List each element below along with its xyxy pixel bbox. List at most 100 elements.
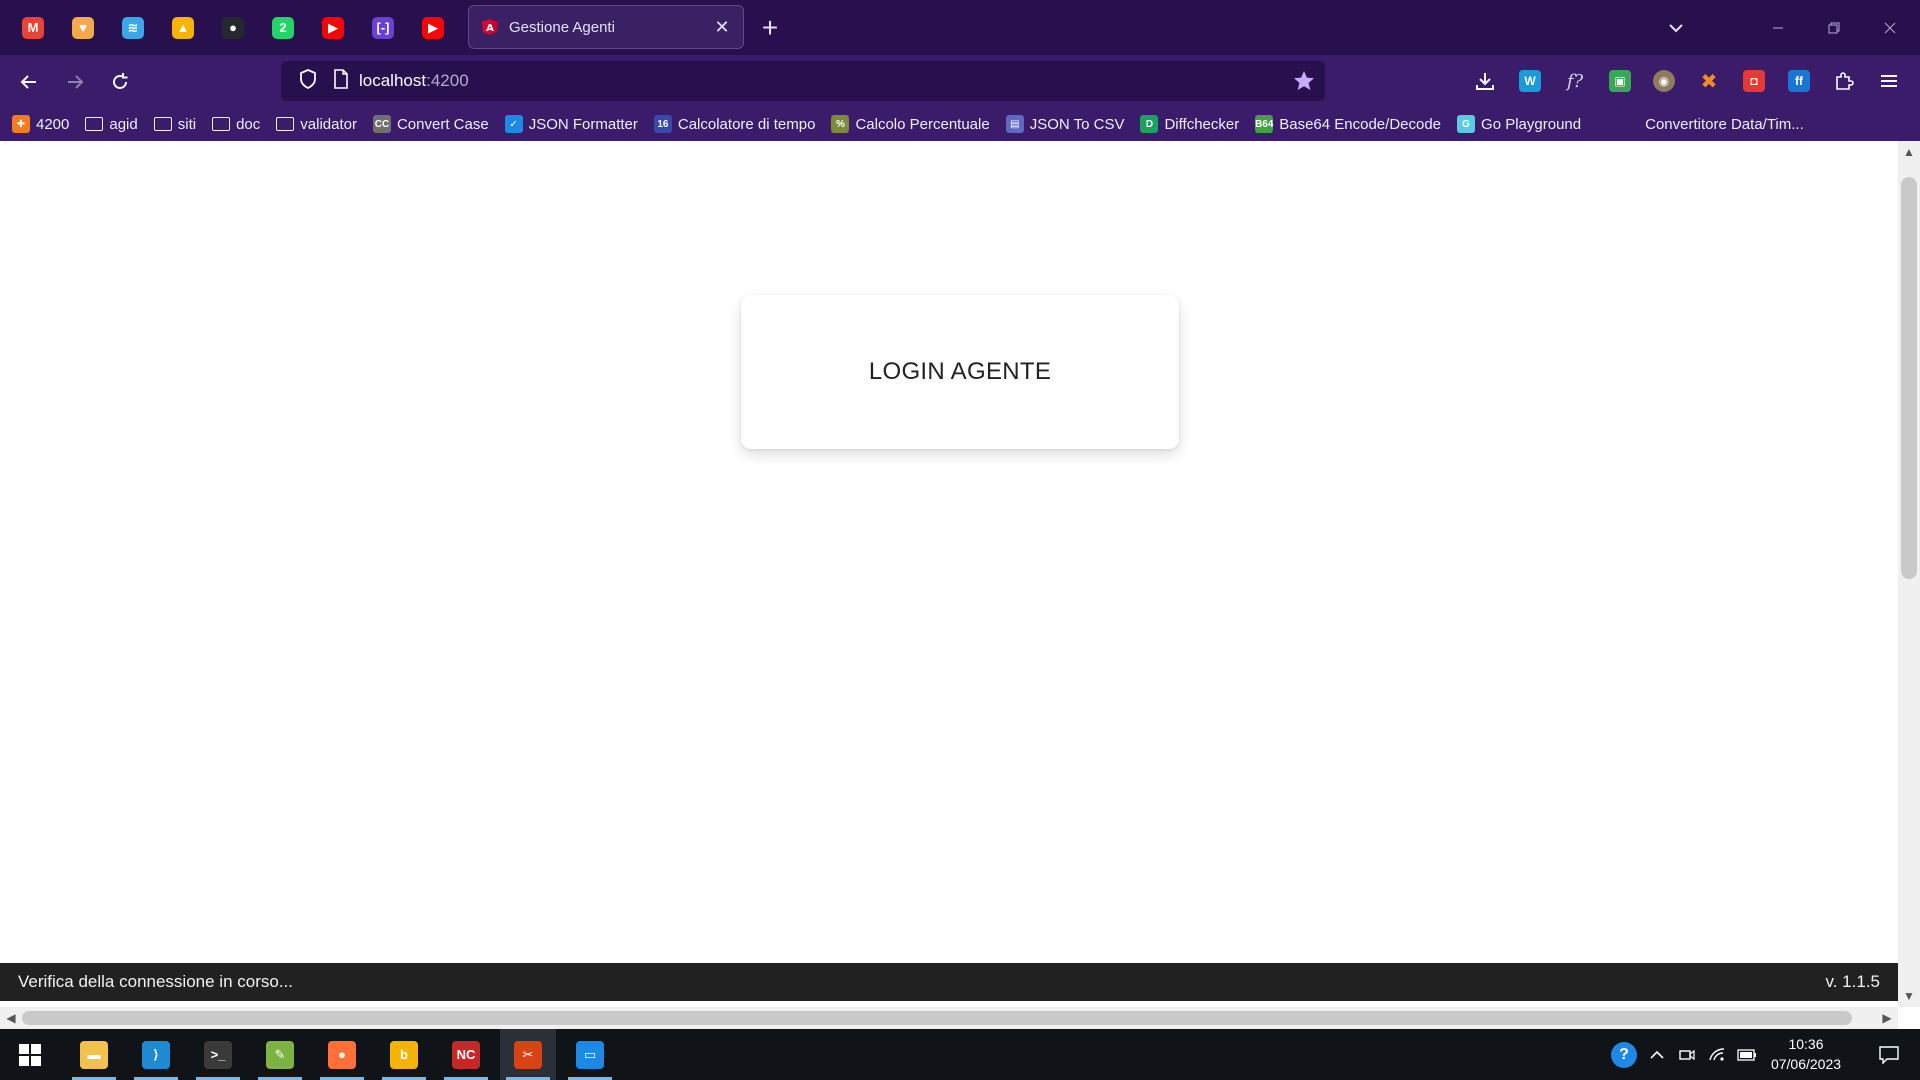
bookmark-favicon-icon: 16 xyxy=(653,115,672,133)
reload-icon xyxy=(113,73,128,89)
extension-ff-button[interactable]: ff xyxy=(1783,65,1815,97)
network-tray-button[interactable] xyxy=(1704,1029,1730,1080)
extension-camera-button[interactable]: ◘ xyxy=(1738,65,1770,97)
login-title: LOGIN AGENTE xyxy=(868,358,1052,385)
close-window-button[interactable] xyxy=(1862,0,1918,55)
pinned-tab[interactable]: ▲ xyxy=(158,0,208,55)
window-icon: ▭ xyxy=(576,1040,604,1069)
address-bar[interactable]: localhost:4200 xyxy=(281,61,1325,101)
pinned-tab[interactable]: ≋ xyxy=(108,0,158,55)
show-hidden-icons-button[interactable] xyxy=(1644,1029,1670,1080)
bookmark-favicon-icon xyxy=(1621,115,1640,133)
bookmark-label: Calcolo Percentuale xyxy=(855,115,990,133)
extension-green-button[interactable]: ▣ xyxy=(1604,65,1636,97)
pinned-tab[interactable]: ● xyxy=(208,0,258,55)
bookmark-item[interactable]: G Go Playground xyxy=(1457,115,1581,133)
brackets-icon: [-] xyxy=(372,16,394,39)
bookmark-favicon-icon: ✚ xyxy=(12,115,30,133)
page-info-icon[interactable] xyxy=(333,68,349,94)
reload-button[interactable] xyxy=(103,65,137,99)
help-tray-button[interactable]: ? xyxy=(1606,1029,1642,1080)
pinned-tab[interactable]: ▶ xyxy=(308,0,358,55)
bookmark-item[interactable]: B64 Base64 Encode/Decode xyxy=(1255,115,1441,133)
bookmark-item[interactable]: CC Convert Case xyxy=(372,115,489,133)
url-text[interactable]: localhost:4200 xyxy=(359,71,469,91)
stack-icon: ≋ xyxy=(122,16,144,39)
vertical-scroll-thumb[interactable] xyxy=(1901,177,1917,579)
horizontal-scrollbar[interactable]: ◀ ▶ xyxy=(0,1007,1898,1029)
taskbar-app[interactable]: ✎ xyxy=(252,1029,308,1080)
taskbar-app[interactable]: >_ xyxy=(190,1029,246,1080)
chevron-up-icon xyxy=(1650,1050,1664,1059)
bookmark-item[interactable]: 16 Calcolatore di tempo xyxy=(653,115,815,133)
login-card: LOGIN AGENTE xyxy=(741,295,1179,449)
taskbar-app[interactable]: ▬ xyxy=(66,1029,122,1080)
extension-w-button[interactable]: W xyxy=(1514,65,1546,97)
pinned-tab[interactable]: ♥ xyxy=(58,0,108,55)
battery-tray-button[interactable] xyxy=(1734,1029,1760,1080)
bookmark-item[interactable]: ✚ 4200 xyxy=(12,115,69,133)
bookmark-folder[interactable]: validator xyxy=(276,116,357,133)
bookmark-item[interactable]: % Calcolo Percentuale xyxy=(831,115,990,133)
angular-icon: A xyxy=(481,18,499,36)
extension-cross-button[interactable]: ✖ xyxy=(1693,65,1725,97)
bookmark-item[interactable]: ✓ JSON Formatter xyxy=(504,115,638,133)
horizontal-scroll-thumb[interactable] xyxy=(22,1011,1852,1025)
tab-title: Gestione Agenti xyxy=(509,18,615,36)
camera-icon xyxy=(1679,1049,1695,1060)
pinned-tab[interactable]: 2 xyxy=(258,0,308,55)
taskbar-app[interactable]: ▭ xyxy=(562,1029,618,1080)
list-all-tabs-button[interactable] xyxy=(1658,12,1694,44)
pinned-tabs: M ♥ ≋ ▲ ● 2 ▶ [-] ▶ xyxy=(8,0,458,55)
taskbar-app[interactable]: b xyxy=(376,1029,432,1080)
taskbar-app[interactable]: NC xyxy=(438,1029,494,1080)
taskbar-app[interactable]: ✂ xyxy=(500,1029,556,1080)
pocket-icon: ♥ xyxy=(72,16,94,39)
bookmark-item[interactable]: D Diffchecker xyxy=(1140,115,1239,133)
scroll-left-icon[interactable]: ◀ xyxy=(0,1007,22,1029)
windows-logo-icon xyxy=(19,1043,41,1066)
bookmark-label: siti xyxy=(177,115,197,133)
active-tab[interactable]: A Gestione Agenti ✕ xyxy=(468,5,744,49)
forward-button[interactable] xyxy=(58,65,92,99)
vertical-scrollbar[interactable]: ▲ ▼ xyxy=(1898,141,1920,1007)
bookmark-folder[interactable]: agid xyxy=(85,116,138,133)
extension-f-button[interactable]: f? xyxy=(1559,65,1591,97)
minimize-button[interactable] xyxy=(1750,0,1806,55)
notifications-button[interactable] xyxy=(1864,1029,1914,1080)
app-menu-button[interactable] xyxy=(1873,65,1905,97)
taskbar-app[interactable]: ⟩ xyxy=(128,1029,184,1080)
w-extension-icon: W xyxy=(1519,70,1541,92)
extension-owl-button[interactable]: ◉ xyxy=(1648,65,1680,97)
shield-icon[interactable] xyxy=(299,68,317,94)
bookmark-favicon-icon: B64 xyxy=(1255,115,1273,133)
scroll-up-icon[interactable]: ▲ xyxy=(1898,141,1920,163)
back-button[interactable] xyxy=(12,65,46,99)
bookmark-folder[interactable]: siti xyxy=(153,115,197,133)
bookmark-star-icon[interactable] xyxy=(1293,70,1315,97)
terminal-icon: >_ xyxy=(204,1040,232,1069)
arrow-left-icon xyxy=(20,75,36,89)
bookmark-label: JSON To CSV xyxy=(1029,115,1125,133)
taskbar-clock[interactable]: 10:36 07/06/2023 xyxy=(1758,1034,1854,1074)
new-tab-button[interactable]: + xyxy=(752,10,788,46)
pinned-tab[interactable]: [-] xyxy=(358,0,408,55)
pinned-tab[interactable]: M xyxy=(8,0,58,55)
folder-icon xyxy=(276,117,295,131)
bookmark-item[interactable]: ▤ JSON To CSV xyxy=(1005,115,1125,133)
close-tab-icon[interactable]: ✕ xyxy=(713,17,731,38)
bookmark-item[interactable]: Convertitore Data/Tim... xyxy=(1621,115,1804,133)
browser-tab-bar: M ♥ ≋ ▲ ● 2 ▶ [-] ▶ A Gestione Agenti ✕ + xyxy=(0,0,1920,55)
scroll-right-icon[interactable]: ▶ xyxy=(1876,1007,1898,1029)
meet-tray-button[interactable] xyxy=(1674,1029,1700,1080)
extensions-button[interactable] xyxy=(1828,65,1860,97)
pinned-tab[interactable]: ▶ xyxy=(408,0,458,55)
paint-icon: ✂ xyxy=(514,1040,542,1069)
bookmark-favicon-icon: D xyxy=(1140,115,1159,133)
scroll-down-icon[interactable]: ▼ xyxy=(1898,985,1920,1007)
start-button[interactable] xyxy=(2,1029,58,1080)
taskbar-app[interactable]: ● xyxy=(314,1029,370,1080)
downloads-button[interactable] xyxy=(1469,65,1501,97)
bookmark-folder[interactable]: doc xyxy=(212,116,260,133)
restore-button[interactable] xyxy=(1806,0,1862,55)
